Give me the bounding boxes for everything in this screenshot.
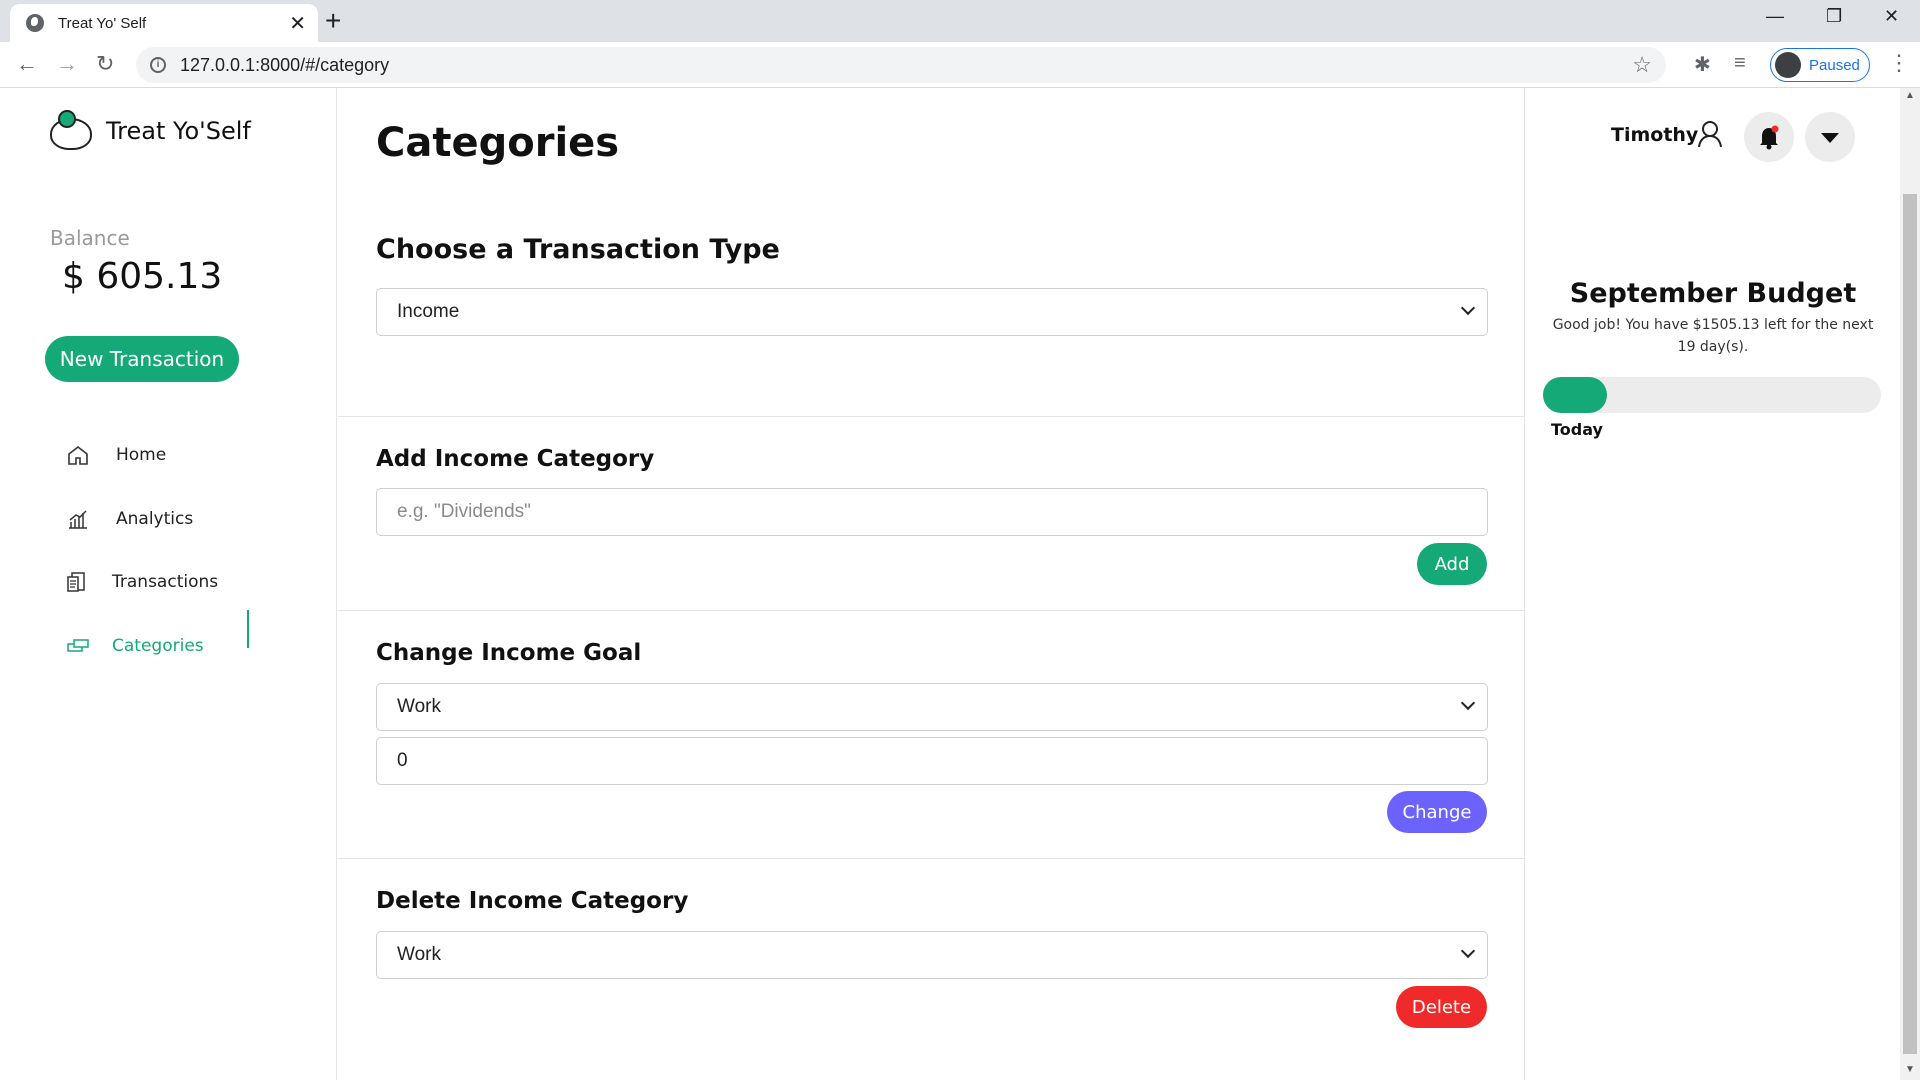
tab-close-icon[interactable]: ✕: [289, 11, 306, 36]
budget-message: Good job! You have $1505.13 left for the…: [1552, 317, 1874, 355]
transaction-type-select[interactable]: Income: [376, 288, 1488, 336]
delete-button[interactable]: Delete: [1396, 986, 1487, 1028]
close-window-button[interactable]: ✕: [1884, 6, 1899, 27]
user-menu-button[interactable]: [1805, 112, 1855, 162]
forward-icon[interactable]: →: [56, 51, 78, 77]
chevron-down-icon: [1460, 300, 1476, 316]
avatar: [1775, 52, 1801, 78]
add-category-heading: Add Income Category: [376, 446, 655, 472]
transaction-type-value: Income: [397, 301, 460, 322]
delete-category-select[interactable]: Work: [376, 931, 1488, 979]
sidebar-item-label: Analytics: [116, 509, 194, 529]
chevron-down-icon: [1460, 695, 1476, 711]
user-name[interactable]: Timothy: [1611, 124, 1698, 146]
right-panel: Timothy September Budget Good job! You h…: [1524, 88, 1900, 1080]
browser-menu-icon[interactable]: ⋮: [1888, 50, 1910, 76]
budget-title: September Budget: [1569, 278, 1857, 309]
delete-category-value: Work: [397, 944, 441, 965]
category-name-input[interactable]: e.g. "Dividends": [376, 488, 1488, 536]
sidebar-item-label: Categories: [112, 636, 204, 656]
page-title: Categories: [376, 120, 620, 166]
profile-status: Paused: [1809, 56, 1860, 74]
scrollbar-thumb[interactable]: [1903, 194, 1917, 1054]
url-text[interactable]: 127.0.0.1:8000/#/category: [180, 55, 1632, 76]
budget-progress-bar: [1543, 377, 1881, 413]
browser-tab[interactable]: Treat Yo' Self ✕: [10, 4, 318, 42]
new-tab-button[interactable]: +: [325, 6, 341, 36]
sidebar-item-label: Transactions: [112, 572, 219, 592]
browser-tab-bar: Treat Yo' Self ✕ + — ❐ ✕: [0, 0, 1920, 42]
progress-label: Today: [1551, 420, 1603, 439]
app-name: Treat Yo'Self: [106, 117, 251, 145]
app-root: Treat Yo'Self Balance $ 605.13 New Trans…: [0, 88, 1900, 1080]
goal-category-value: Work: [397, 696, 441, 717]
globe-icon: [26, 14, 44, 32]
add-button[interactable]: Add: [1417, 543, 1487, 585]
user-icon[interactable]: [1697, 120, 1723, 148]
chevron-down-icon: [1460, 943, 1476, 959]
sidebar-item-analytics[interactable]: Analytics: [66, 504, 193, 534]
app-logo[interactable]: Treat Yo'Self: [48, 110, 251, 152]
section-divider: [338, 610, 1524, 611]
section-divider: [338, 416, 1524, 417]
bell-icon: [1760, 125, 1779, 150]
extensions-icon[interactable]: ✱: [1694, 52, 1711, 77]
page-scrollbar[interactable]: ▲ ▼: [1900, 88, 1920, 1080]
categories-icon: [66, 635, 90, 657]
transactions-icon: [66, 571, 90, 593]
delete-category-heading: Delete Income Category: [376, 888, 689, 914]
sidebar-item-home[interactable]: Home: [66, 440, 166, 470]
minimize-button[interactable]: —: [1766, 6, 1784, 27]
caret-down-icon: [1821, 133, 1839, 143]
balance-value: $ 605.13: [62, 256, 223, 297]
section-divider: [338, 858, 1524, 859]
scroll-up-icon[interactable]: ▲: [1905, 90, 1915, 101]
reload-icon[interactable]: ↻: [96, 51, 114, 77]
new-transaction-button[interactable]: New Transaction: [45, 336, 239, 382]
profile-button[interactable]: Paused: [1770, 48, 1870, 82]
goal-category-select[interactable]: Work: [376, 683, 1488, 731]
main-content: Categories Choose a Transaction Type Inc…: [338, 88, 1524, 1080]
active-indicator: [247, 610, 249, 648]
balance-label: Balance: [50, 226, 130, 250]
change-goal-heading: Change Income Goal: [376, 640, 642, 666]
sidebar-item-label: Home: [116, 445, 167, 465]
bookmark-star-icon[interactable]: ☆: [1632, 52, 1652, 78]
budget-progress-fill: [1543, 377, 1608, 413]
home-icon: [66, 444, 90, 466]
media-control-icon[interactable]: ≡: [1734, 52, 1746, 75]
analytics-icon: [66, 508, 90, 530]
restore-button[interactable]: ❐: [1826, 6, 1842, 27]
browser-toolbar: ← → ↻ i 127.0.0.1:8000/#/category ☆ ✱ ≡ …: [0, 42, 1920, 88]
sidebar-item-categories[interactable]: Categories: [66, 631, 204, 661]
back-icon[interactable]: ←: [16, 51, 38, 77]
sidebar: Treat Yo'Self Balance $ 605.13 New Trans…: [0, 88, 337, 1080]
change-button[interactable]: Change: [1387, 791, 1487, 833]
notifications-button[interactable]: [1744, 112, 1794, 162]
piggy-bank-icon: [48, 110, 94, 152]
site-info-icon[interactable]: i: [150, 57, 166, 73]
choose-type-heading: Choose a Transaction Type: [376, 234, 780, 265]
sidebar-item-transactions[interactable]: Transactions: [66, 567, 218, 597]
scroll-down-icon[interactable]: ▼: [1905, 1064, 1915, 1075]
address-bar[interactable]: i 127.0.0.1:8000/#/category ☆: [136, 47, 1666, 83]
goal-amount-input[interactable]: 0: [376, 737, 1488, 785]
tab-title: Treat Yo' Self: [58, 14, 147, 32]
